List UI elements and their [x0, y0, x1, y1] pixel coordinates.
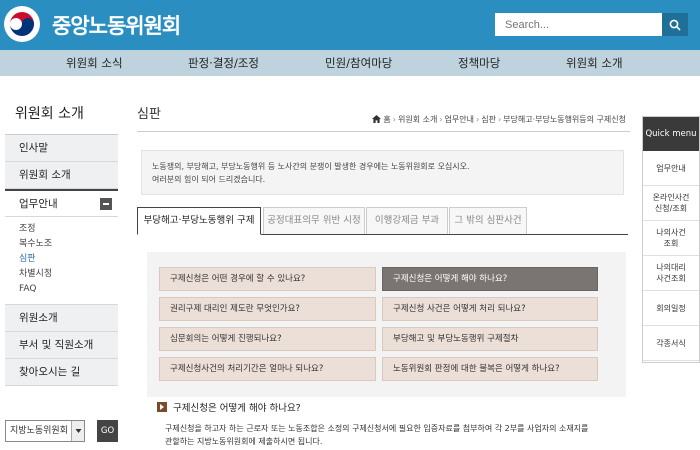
faq-button[interactable]: 구제신청은 어떤 경우에 할 수 있나요?	[159, 267, 376, 291]
sidebar-item-staff[interactable]: 부서 및 직원소개	[5, 332, 118, 359]
chevron-right-icon: ›	[392, 115, 396, 124]
quick-item-business[interactable]: 업무안내	[643, 151, 699, 186]
tab-dismissal-relief[interactable]: 부당해고·부당노동행위 구제	[137, 207, 261, 235]
site-title[interactable]: 중앙노동위원회	[52, 10, 181, 40]
select-value: 지방노동위원회	[10, 426, 68, 436]
quick-item-online-case[interactable]: 온라인사건 신청/조회	[643, 186, 699, 221]
breadcrumb-business[interactable]: 업무안내	[445, 115, 474, 124]
faq-button[interactable]: 구제신청사건의 처리기간은 얼마나 되나요?	[159, 357, 376, 381]
sidebar-item-greeting[interactable]: 인사말	[5, 135, 118, 162]
faq-button[interactable]: 부당해고 및 부당노동행위 구제절차	[382, 327, 598, 351]
page-title: 심판	[137, 107, 161, 122]
case-type-tabs: 부당해고·부당노동행위 구제 공정대표의무 위반 시정 이행강제금 부과 그 밖…	[137, 207, 628, 235]
intro-text-line: 여러분의 힘이 되어 드리겠습니다.	[152, 175, 266, 184]
sidebar-item-business[interactable]: 업무안내	[5, 189, 118, 217]
answer-body: 구제신청을 하고자 하는 근로자 또는 노동조합은 소정의 구제신청서에 필요한…	[165, 422, 615, 448]
intro-text-line: 노동쟁의, 부당해고, 부당노동행위 등 노사간의 분쟁이 발생한 경우에는 노…	[152, 162, 470, 171]
answer-text-line: 구제신청을 하고자 하는 근로자 또는 노동조합은 소정의 구제신청서에 필요한…	[165, 424, 589, 433]
quick-menu: Quick menu 업무안내 온라인사건 신청/조회 나의사건 조회 나의대리…	[642, 116, 700, 363]
faq-button[interactable]: 권리구제 대리인 제도란 무엇인가요?	[159, 297, 376, 321]
nav-item-civil[interactable]: 민원/참여마당	[325, 50, 392, 76]
collapse-icon[interactable]	[100, 198, 112, 210]
chevron-right-icon: ›	[497, 115, 502, 124]
quick-menu-title: Quick menu	[643, 117, 699, 151]
question-heading: 구제신청은 어떻게 해야 하나요?	[157, 400, 301, 414]
intro-box: 노동쟁의, 부당해고, 부당노동행위 등 노사간의 분쟁이 발생한 경우에는 노…	[141, 150, 624, 195]
go-button[interactable]: GO	[97, 420, 118, 442]
sidebar-item-members[interactable]: 위원소개	[5, 305, 118, 332]
tab-enforcement-fine[interactable]: 이행강제금 부과	[366, 207, 448, 234]
tab-other-cases[interactable]: 그 밖의 심판사건	[449, 207, 527, 234]
taegeuk-logo-icon[interactable]	[4, 6, 40, 42]
regional-commission-select[interactable]: 지방노동위원회	[5, 420, 85, 442]
quick-item-forms[interactable]: 각종서식	[643, 326, 699, 361]
nav-item-about[interactable]: 위원회 소개	[566, 50, 623, 76]
sidebar-submenu: 조정 복수노조 심판 차별시정 FAQ	[5, 217, 118, 305]
sidebar-item-intro[interactable]: 위원회 소개	[5, 162, 118, 189]
quick-item-my-case[interactable]: 나의사건 조회	[643, 221, 699, 256]
tab-fair-representation[interactable]: 공정대표의무 위반 시정	[263, 207, 365, 234]
submenu-item-faq[interactable]: FAQ	[19, 282, 118, 297]
breadcrumb: 홈 › 위원회 소개 › 업무안내 › 심판 › 부당해고·부당노동행위등의 구제신청	[360, 114, 626, 125]
search-input[interactable]	[495, 13, 662, 36]
breadcrumb-about[interactable]: 위원회 소개	[398, 115, 437, 124]
faq-button[interactable]: 심문회의는 어떻게 진행되나요?	[159, 327, 376, 351]
quick-item-my-proxy-case[interactable]: 나의대리 사건조회	[643, 256, 699, 291]
title-divider	[137, 131, 630, 132]
regional-select-group: 지방노동위원회 GO	[5, 420, 118, 444]
question-text: 구제신청은 어떻게 해야 하나요?	[173, 403, 301, 414]
search-icon	[669, 19, 681, 31]
nav-item-decisions[interactable]: 판정·결정/조정	[188, 50, 259, 76]
answer-text-line: 관할하는 지방노동위원회에 제출하시면 됩니다.	[165, 437, 323, 446]
submenu-item-adjudication[interactable]: 심판	[19, 252, 118, 267]
search-button[interactable]	[662, 13, 688, 36]
submenu-item-multi-union[interactable]: 복수노조	[19, 237, 118, 252]
dropdown-arrow-icon[interactable]	[71, 421, 84, 441]
chevron-right-icon: ›	[439, 115, 443, 124]
chevron-right-icon: ›	[476, 115, 480, 124]
faq-button[interactable]: 노동위원회 판정에 대한 불복은 어떻게 하나요?	[382, 357, 598, 381]
site-header: 중앙노동위원회	[0, 0, 700, 50]
breadcrumb-current: 부당해고·부당노동행위등의 구제신청	[503, 115, 626, 124]
submenu-item-discrimination[interactable]: 차별시정	[19, 267, 118, 282]
home-icon[interactable]	[371, 115, 381, 123]
sidebar-item-label: 업무안내	[19, 198, 58, 210]
nav-item-policy[interactable]: 정책마당	[458, 50, 500, 76]
sidebar-item-directions[interactable]: 찾아오시는 길	[5, 359, 118, 386]
faq-button-active[interactable]: 구제신청은 어떻게 해야 하나요?	[382, 267, 598, 291]
main-nav: 위원회 소식 판정·결정/조정 민원/참여마당 정책마당 위원회 소개	[0, 50, 700, 76]
quick-item-schedule[interactable]: 회의일정	[643, 291, 699, 326]
submenu-item-mediation[interactable]: 조정	[19, 222, 118, 237]
sidebar-title: 위원회 소개	[15, 106, 84, 122]
breadcrumb-adjudication[interactable]: 심판	[481, 115, 496, 124]
sidebar-menu: 인사말 위원회 소개 업무안내 조정 복수노조 심판 차별시정 FAQ 위원소개…	[5, 135, 118, 386]
arrow-bullet-icon	[157, 402, 167, 412]
faq-button[interactable]: 구제신청 사건은 어떻게 처리 되나요?	[382, 297, 598, 321]
nav-item-news[interactable]: 위원회 소식	[66, 50, 123, 76]
breadcrumb-home[interactable]: 홈	[383, 115, 390, 124]
faq-panel: 구제신청은 어떤 경우에 할 수 있나요? 구제신청은 어떻게 해야 하나요? …	[147, 252, 626, 397]
